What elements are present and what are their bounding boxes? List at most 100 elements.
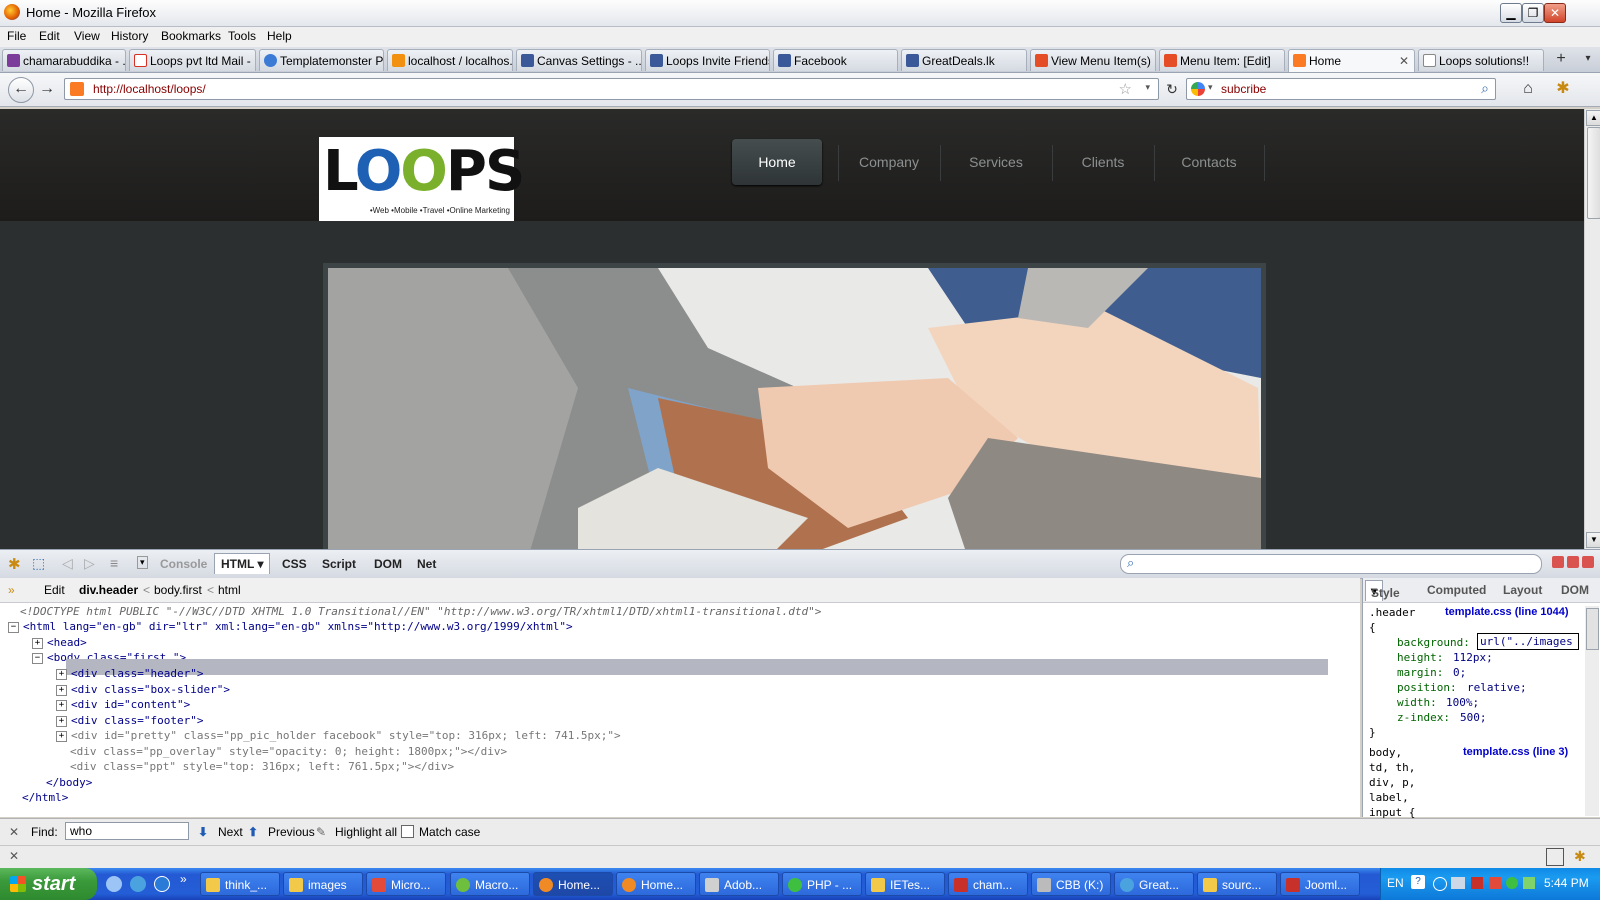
signal-icon[interactable] <box>1523 877 1535 889</box>
tray-arrow-icon[interactable] <box>1433 877 1447 891</box>
search-icon[interactable]: ⌕ <box>1481 80 1489 97</box>
tab-6[interactable]: Loops Invite Friends <box>645 49 770 71</box>
site-logo[interactable]: LOOPS •Web •Mobile •Travel •Online Marke… <box>319 137 525 221</box>
back-icon[interactable]: ← <box>8 77 34 103</box>
menu-view[interactable]: View <box>74 29 100 43</box>
tab-html[interactable]: HTML ▾ <box>214 553 271 574</box>
highlight-all-button[interactable]: Highlight all <box>335 825 397 839</box>
css-val-height[interactable]: 112px; <box>1453 651 1493 664</box>
tab-script[interactable]: Script <box>322 557 356 571</box>
firebug-search-input[interactable]: ⌕ <box>1120 554 1542 574</box>
forward-inspect-icon[interactable]: ▷ <box>84 555 95 572</box>
clock[interactable]: 5:44 PM <box>1544 876 1589 890</box>
language-indicator[interactable]: EN <box>1387 876 1404 890</box>
quicklaunch-desktop-icon[interactable] <box>106 876 122 892</box>
div-pretty-node[interactable]: + <div id="pretty" class="pp_pic_holder f… <box>56 729 621 745</box>
close-button[interactable]: ✕ <box>1544 3 1566 23</box>
network-icon[interactable] <box>1451 877 1465 889</box>
tab-10[interactable]: Menu Item: [Edit] <box>1159 49 1285 71</box>
find-previous-button[interactable]: Previous <box>268 825 315 839</box>
tab-12[interactable]: Loops solutions!! <box>1418 49 1544 71</box>
div-ppt-node[interactable]: <div class="ppt" style="top: 316px; left… <box>70 760 454 776</box>
edit-button[interactable]: Edit <box>44 583 65 597</box>
close-tab-icon[interactable]: ✕ <box>1399 50 1409 72</box>
tab-net[interactable]: Net <box>417 557 436 571</box>
tab-dom[interactable]: DOM <box>374 557 402 571</box>
match-case-checkbox[interactable] <box>401 825 414 838</box>
url-bar[interactable]: http://localhost/loops/ ☆ ▾ <box>64 78 1159 100</box>
pdf-tray-icon[interactable] <box>1471 877 1483 889</box>
tab-8[interactable]: GreatDeals.lk <box>901 49 1027 71</box>
list-tabs-icon[interactable]: ▾ <box>1577 48 1599 70</box>
minimize-firebug-icon[interactable] <box>1552 556 1564 568</box>
reload-icon[interactable]: ↻ <box>1161 78 1183 100</box>
match-case-label[interactable]: Match case <box>419 825 480 839</box>
tab-7[interactable]: Facebook <box>773 49 898 71</box>
css-source-link-2[interactable]: template.css (line 3) <box>1463 746 1568 758</box>
close-find-icon[interactable]: ✕ <box>9 825 19 839</box>
taskbar-item-7[interactable]: Adob... <box>699 872 779 896</box>
firebug-menu-icon[interactable]: ✱ <box>8 555 21 573</box>
minimize-button[interactable]: ▁ <box>1500 3 1522 23</box>
div-content-node[interactable]: + <div id="content"> <box>56 698 190 714</box>
side-tab-layout[interactable]: Layout <box>1503 583 1542 597</box>
tab-9[interactable]: View Menu Item(s) <box>1030 49 1156 71</box>
div-box-slider-node[interactable]: + <div class="box-slider"> <box>56 683 230 699</box>
image-slider[interactable] <box>323 263 1266 549</box>
taskbar-item-12[interactable]: Great... <box>1114 872 1194 896</box>
expand-icon[interactable]: + <box>56 715 67 727</box>
status-ok-icon[interactable] <box>1506 877 1518 889</box>
css-prop-position[interactable]: position: <box>1397 681 1457 694</box>
scroll-down-icon[interactable]: ▼ <box>1586 532 1600 548</box>
collapse-icon[interactable]: − <box>8 621 19 633</box>
div-overlay-node[interactable]: <div class="pp_overlay" style="opacity: … <box>70 745 507 761</box>
firebug-icon[interactable]: ✱ <box>1552 78 1574 100</box>
inspect-icon[interactable]: ⬚ <box>32 555 45 572</box>
close-addon-bar-icon[interactable]: ✕ <box>9 849 19 863</box>
tab-2[interactable]: Loops pvt ltd Mail - ... <box>129 49 256 71</box>
div-header-node-selected[interactable]: + <div class="header"> <box>56 667 203 683</box>
taskbar-item-9[interactable]: IETes... <box>865 872 945 896</box>
site-nav-services[interactable]: Services <box>941 139 1051 185</box>
find-next-button[interactable]: Next <box>218 825 243 839</box>
tab-11-active[interactable]: Home ✕ <box>1288 49 1415 72</box>
taskbar-item-1[interactable]: think_... <box>200 872 280 896</box>
panel-menu-icon[interactable]: ▾ <box>137 556 148 569</box>
css-val-width[interactable]: 100%; <box>1446 696 1479 709</box>
side-tab-computed[interactable]: Computed <box>1427 583 1486 597</box>
menu-help[interactable]: Help <box>267 29 292 43</box>
expand-icon[interactable]: + <box>56 684 67 696</box>
taskbar-item-3[interactable]: Micro... <box>366 872 446 896</box>
scroll-thumb[interactable] <box>1587 127 1600 219</box>
help-tray-icon[interactable]: ? <box>1411 875 1425 889</box>
taskbar-item-2[interactable]: images <box>283 872 363 896</box>
tab-5[interactable]: Canvas Settings - ... <box>516 49 642 71</box>
quicklaunch-more-icon[interactable]: » <box>180 872 187 886</box>
taskbar-item-4[interactable]: Macro... <box>450 872 530 896</box>
new-tab-icon[interactable]: + <box>1550 48 1572 70</box>
div-footer-node[interactable]: + <div class="footer"> <box>56 714 203 730</box>
head-node[interactable]: + <head> <box>32 636 87 652</box>
quicklaunch-browser-icon[interactable] <box>154 876 170 892</box>
tab-4[interactable]: localhost / localhos... <box>387 49 513 71</box>
google-icon[interactable] <box>1191 82 1205 96</box>
search-bar[interactable]: ▾ subcribe ⌕ <box>1186 78 1496 100</box>
site-nav-company[interactable]: Company <box>839 139 939 185</box>
breadcrumb-div-header[interactable]: div.header <box>79 583 138 597</box>
css-val-position[interactable]: relative; <box>1467 681 1527 694</box>
css-prop-width[interactable]: width: <box>1397 696 1437 709</box>
taskbar-item-6[interactable]: Home... <box>616 872 696 896</box>
breadcrumb-body[interactable]: body.first <box>154 583 202 597</box>
start-button[interactable]: start <box>0 868 97 900</box>
bookmark-star-icon[interactable]: ☆ <box>1119 80 1132 98</box>
tab-css[interactable]: CSS <box>282 557 307 571</box>
expand-icon[interactable]: + <box>56 699 67 711</box>
menu-tools[interactable]: Tools <box>228 29 256 43</box>
side-tab-dom[interactable]: DOM <box>1561 583 1589 597</box>
css-prop-background[interactable]: background: <box>1397 636 1470 649</box>
style-panel-scrollbar[interactable] <box>1585 606 1599 816</box>
css-prop-z-index[interactable]: z-index: <box>1397 711 1450 724</box>
breadcrumb-html[interactable]: html <box>218 583 241 597</box>
side-tab-style[interactable]: Style ▾ <box>1365 580 1400 601</box>
menu-edit[interactable]: Edit <box>39 29 60 43</box>
